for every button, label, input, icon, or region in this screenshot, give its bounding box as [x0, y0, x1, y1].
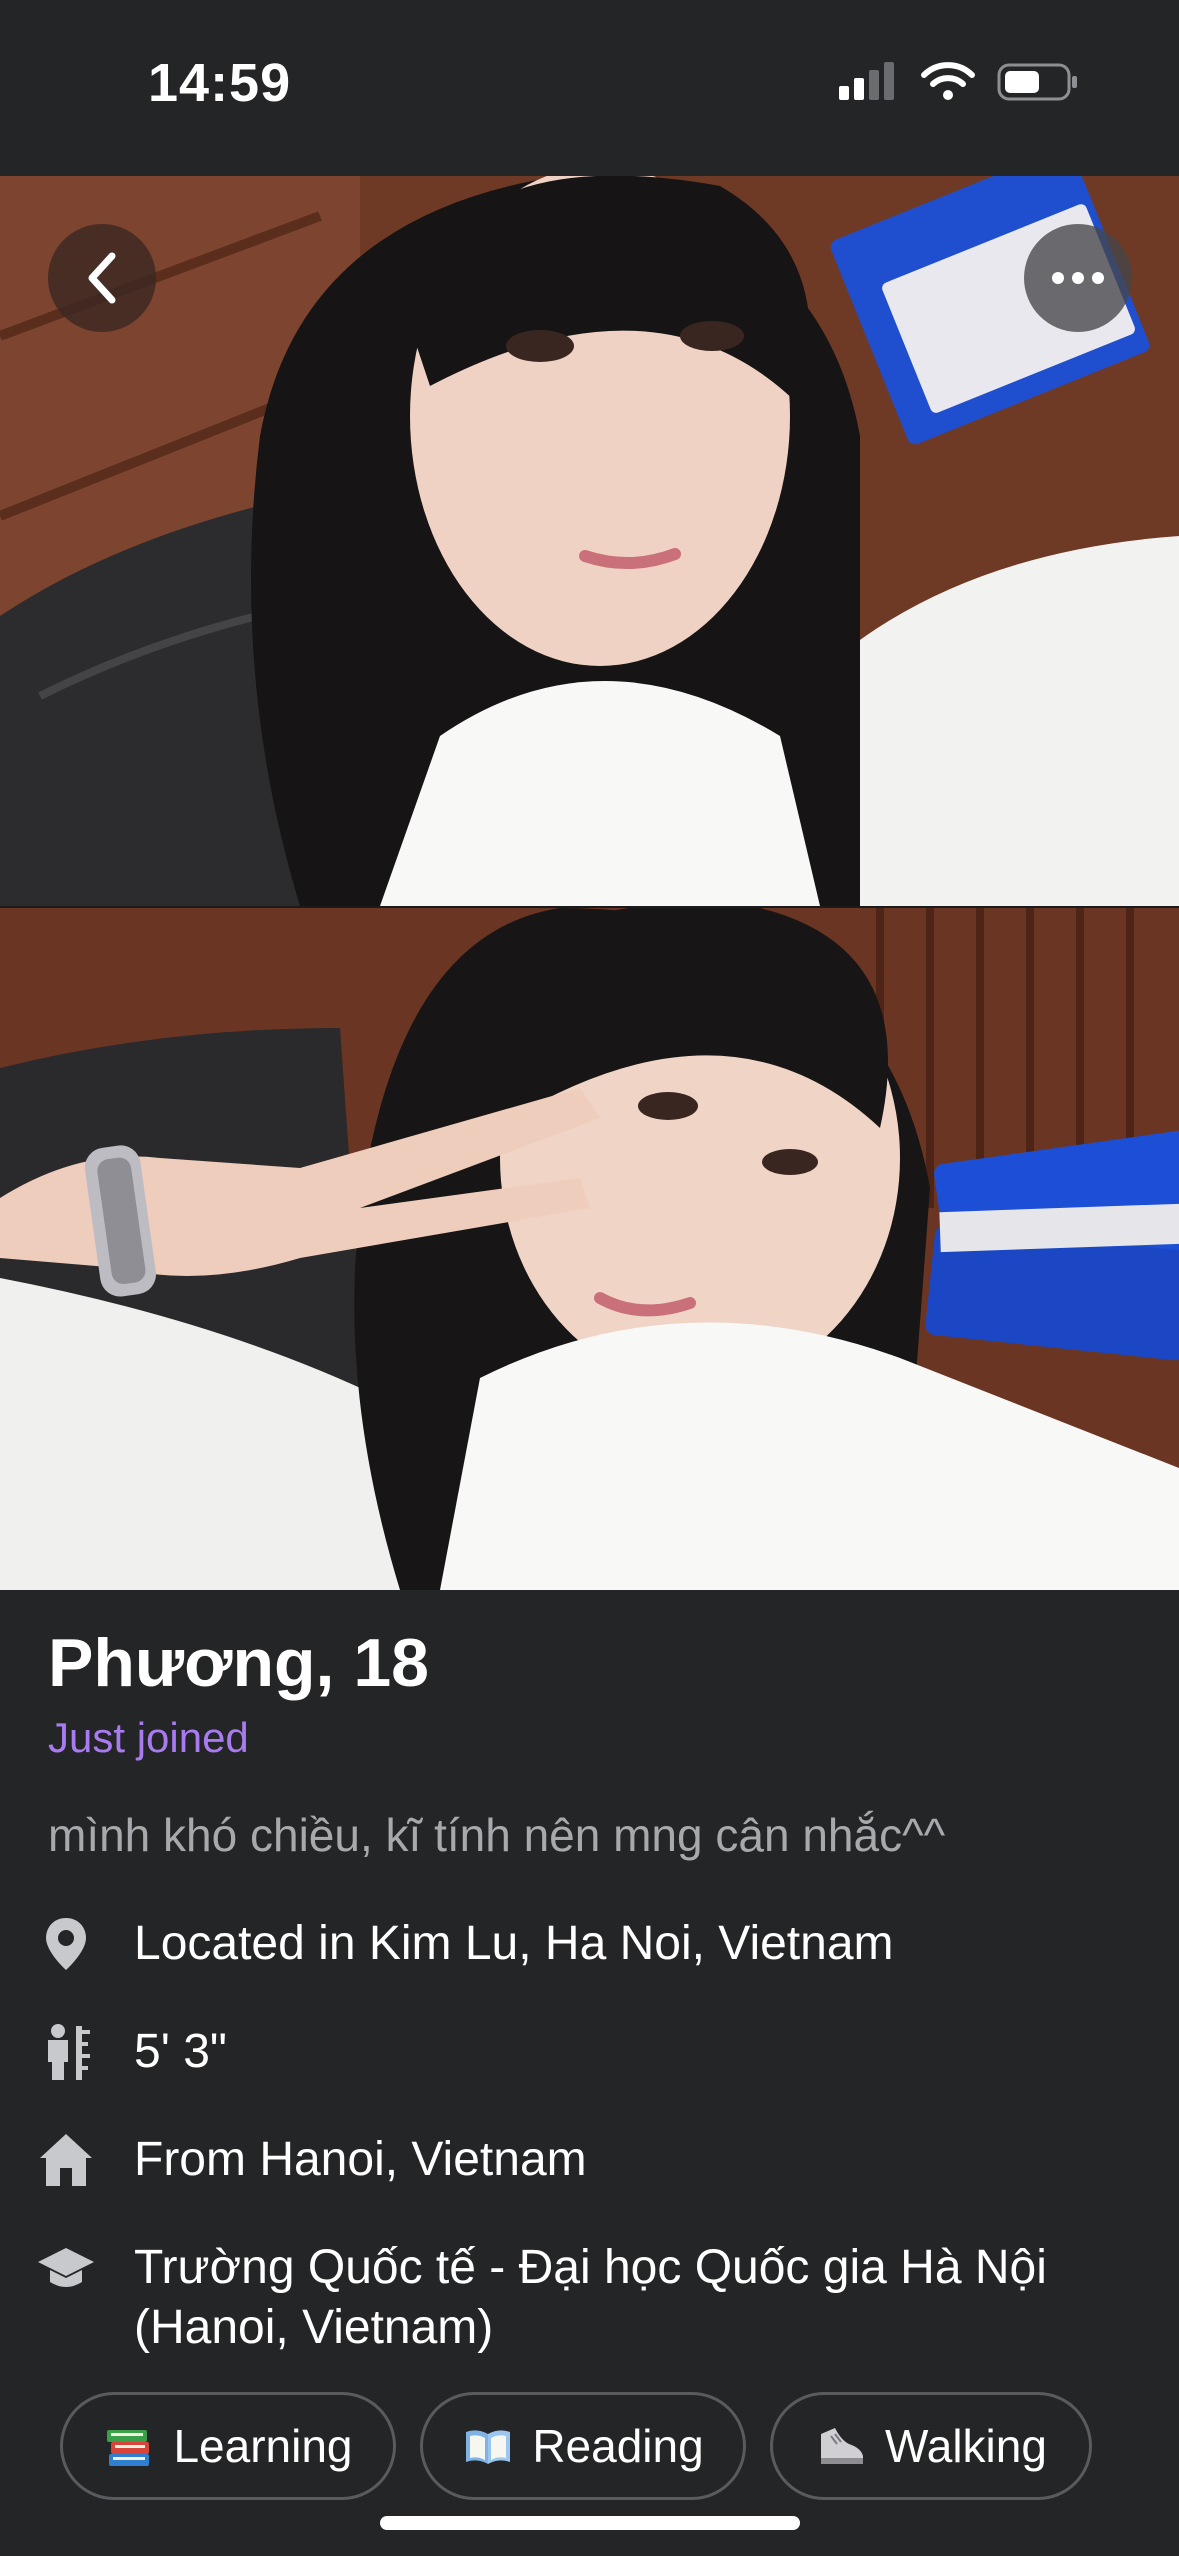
battery-icon [997, 63, 1077, 101]
height-text: 5' 3" [134, 2025, 227, 2078]
interest-chip-label: Learning [173, 2420, 353, 2472]
books-emoji-icon [107, 2430, 150, 2466]
status-bar: 14:59 [0, 0, 1179, 176]
sneaker-emoji-icon [821, 2428, 864, 2464]
home-indicator[interactable] [380, 2516, 800, 2530]
graduation-cap-icon [38, 2248, 94, 2287]
school-text: Trường Quốc tế - Đại học Quốc gia Hà Nội… [134, 2241, 1047, 2354]
profile-photo-2[interactable] [0, 908, 1179, 1590]
height-ruler-icon [48, 2024, 90, 2080]
interest-chip-walking[interactable]: Walking [770, 2392, 1092, 2500]
interest-chip-label: Reading [532, 2420, 704, 2472]
just-joined-badge: Just joined [48, 1714, 249, 1761]
profile-photo-1-image [0, 176, 1179, 906]
wifi-icon [921, 62, 975, 100]
profile-photo-1[interactable] [0, 176, 1179, 906]
hometown-text: From Hanoi, Vietnam [134, 2133, 587, 2186]
open-book-emoji-icon [466, 2430, 511, 2464]
back-button[interactable] [48, 224, 156, 332]
location-text: Located in Kim Lu, Ha Noi, Vietnam [134, 1917, 894, 1970]
interest-chip-reading[interactable]: Reading [420, 2392, 746, 2500]
status-time: 14:59 [148, 53, 292, 113]
profile-photo-2-image [0, 908, 1179, 1590]
interest-chip-learning[interactable]: Learning [60, 2392, 396, 2500]
chevron-left-icon [88, 252, 116, 304]
profile-name-age: Phương, 18 [48, 1625, 429, 1701]
cellular-signal-icon [839, 62, 894, 100]
interest-chip-label: Walking [885, 2420, 1047, 2472]
profile-bio: mình khó chiều, kĩ tính nên mng cân nhắc… [48, 1809, 946, 1861]
home-icon [40, 2134, 92, 2186]
more-dots-icon [1052, 272, 1104, 284]
location-pin-icon [46, 1918, 86, 1970]
status-icons [839, 62, 1079, 102]
more-options-button[interactable] [1024, 224, 1132, 332]
